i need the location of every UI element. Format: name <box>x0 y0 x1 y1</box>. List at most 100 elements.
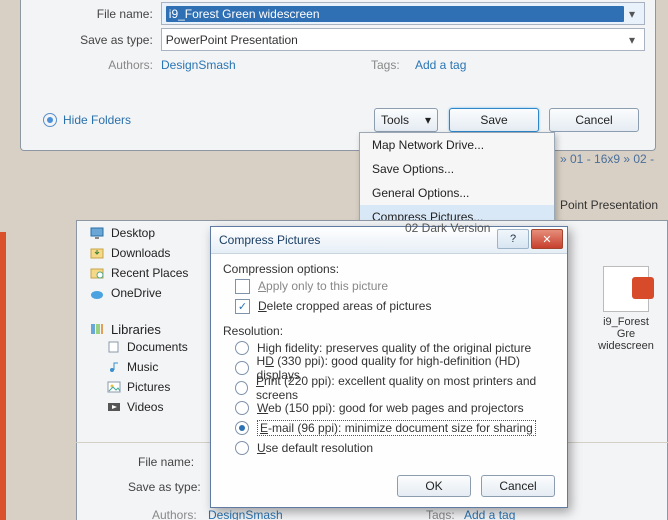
section-label: Resolution: <box>223 324 555 338</box>
sidebar-group-label: Libraries <box>111 322 161 337</box>
music-icon <box>107 360 121 374</box>
radio-icon <box>235 401 249 415</box>
radio-default[interactable]: Use default resolution <box>235 438 555 458</box>
chk-accelerator: D <box>258 299 267 313</box>
radio-label: Use default resolution <box>257 441 373 455</box>
chevron-down-icon[interactable]: ▾ <box>624 3 640 24</box>
section-label: Compression options: <box>223 262 555 276</box>
desktop-icon <box>89 225 105 241</box>
chk-label: pply only to this picture <box>266 279 388 293</box>
sidebar-item-label: Downloads <box>111 246 170 260</box>
menu-item-save-options[interactable]: Save Options... <box>360 157 554 181</box>
save-type-label: Save as type: <box>128 480 201 494</box>
authors-value[interactable]: DesignSmash <box>208 508 283 520</box>
download-icon <box>89 245 105 261</box>
save-type-field[interactable]: PowerPoint Presentation ▾ <box>161 28 645 51</box>
cancel-button[interactable]: Cancel <box>549 108 639 132</box>
sidebar-item-label: Music <box>127 360 158 374</box>
save-as-panel: File name: i9_Forest Green widescreen ▾ … <box>20 0 656 151</box>
tags-row: Tags: Add a tag <box>371 58 466 72</box>
save-label: Save <box>480 113 507 127</box>
file-thumbnail[interactable]: i9_Forest Gre widescreen <box>598 266 654 352</box>
checkbox-delete-cropped[interactable]: ✓ Delete cropped areas of pictures <box>235 296 555 316</box>
radio-label: Print (220 ppi): excellent quality on mo… <box>256 374 555 402</box>
radio-icon <box>235 381 248 395</box>
dialog-title: Compress Pictures <box>219 233 320 247</box>
help-button[interactable]: ? <box>497 229 529 249</box>
cancel-button[interactable]: Cancel <box>481 475 555 497</box>
radio-label: Web (150 ppi): good for web pages and pr… <box>257 401 524 415</box>
cancel-label: Cancel <box>575 113 612 127</box>
authors-row: Authors: DesignSmash <box>21 58 236 72</box>
chk-accelerator: A <box>258 279 266 293</box>
tags-label: Tags: <box>371 58 407 72</box>
chevron-down-icon[interactable]: ▾ <box>624 29 640 50</box>
dialog-body: Compression options: Apply only to this … <box>211 254 567 458</box>
powerpoint-icon <box>603 266 649 312</box>
pictures-icon <box>107 380 121 394</box>
menu-item-general-options[interactable]: General Options... <box>360 181 554 205</box>
tags-label: Tags: <box>426 508 455 520</box>
thumb-label-1: i9_Forest Gre <box>598 316 654 340</box>
dialog-buttons: OK Cancel <box>387 475 555 497</box>
file-name-label: File name: <box>138 455 194 469</box>
save-type-label: Save as type: <box>21 33 153 47</box>
tools-label: Tools <box>381 113 409 127</box>
compress-pictures-dialog: Compress Pictures ? ✕ Compression option… <box>210 226 568 508</box>
dialog-title-bar[interactable]: Compress Pictures ? ✕ <box>211 227 567 254</box>
ok-button[interactable]: OK <box>397 475 471 497</box>
sidebar-item-music[interactable]: Music <box>107 357 219 377</box>
menu-item-map-network[interactable]: Map Network Drive... <box>360 133 554 157</box>
recent-icon <box>89 265 105 281</box>
cloud-icon <box>89 285 105 301</box>
sidebar-item-videos[interactable]: Videos <box>107 397 219 417</box>
tools-menu: Map Network Drive... Save Options... Gen… <box>359 132 555 230</box>
sidebar-item-label: Recent Places <box>111 266 188 280</box>
radio-icon <box>235 421 249 435</box>
radio-icon <box>235 341 249 355</box>
sidebar-item-desktop[interactable]: Desktop <box>89 223 219 243</box>
file-name-field[interactable]: i9_Forest Green widescreen ▾ <box>161 2 645 25</box>
tools-button[interactable]: Tools ▾ <box>374 108 438 132</box>
radio-email[interactable]: E-mail (96 ppi): minimize document size … <box>235 418 555 438</box>
file-name-label: File name: <box>21 7 153 21</box>
radio-print[interactable]: Print (220 ppi): excellent quality on mo… <box>235 378 555 398</box>
checkbox-icon <box>235 279 250 294</box>
cancel-label: Cancel <box>499 479 536 493</box>
sidebar-item-recent[interactable]: Recent Places <box>89 263 219 283</box>
sidebar-item-onedrive[interactable]: OneDrive <box>89 283 219 303</box>
compression-options-section: Compression options: Apply only to this … <box>223 262 555 316</box>
sidebar-item-label: Pictures <box>127 380 170 394</box>
sidebar-group-libraries[interactable]: Libraries <box>89 321 219 337</box>
checkbox-apply-only[interactable]: Apply only to this picture <box>235 276 555 296</box>
authors-value[interactable]: DesignSmash <box>161 58 236 72</box>
file-name-value[interactable]: i9_Forest Green widescreen <box>166 6 624 22</box>
save-type-value: PowerPoint Presentation <box>166 33 624 47</box>
radio-icon <box>235 361 249 375</box>
sidebar-item-label: Documents <box>127 340 188 354</box>
nav-sidebar: Desktop Downloads Recent Places OneDrive… <box>77 221 219 520</box>
app-accent-edge <box>0 232 6 520</box>
hide-folders-label: Hide Folders <box>63 113 131 127</box>
chk-label: elete cropped areas of pictures <box>267 299 432 313</box>
radio-label: E-mail (96 ppi): minimize document size … <box>257 420 536 436</box>
save-button[interactable]: Save <box>449 108 539 132</box>
sidebar-item-label: OneDrive <box>111 286 162 300</box>
tags-value[interactable]: Add a tag <box>464 508 515 520</box>
checkbox-icon: ✓ <box>235 299 250 314</box>
resolution-section: Resolution: High fidelity: preserves qua… <box>223 324 555 458</box>
sidebar-item-documents[interactable]: Documents <box>107 337 219 357</box>
sidebar-item-pictures[interactable]: Pictures <box>107 377 219 397</box>
tags-value[interactable]: Add a tag <box>415 58 466 72</box>
libraries-icon <box>89 321 105 337</box>
radio-web[interactable]: Web (150 ppi): good for web pages and pr… <box>235 398 555 418</box>
documents-icon <box>107 340 121 354</box>
window-controls: ? ✕ <box>495 229 563 249</box>
chevron-down-icon: ▾ <box>425 113 431 127</box>
close-button[interactable]: ✕ <box>531 229 563 249</box>
hide-folders-toggle[interactable]: Hide Folders <box>43 113 131 127</box>
authors-label: Authors: <box>152 508 197 520</box>
sidebar-item-downloads[interactable]: Downloads <box>89 243 219 263</box>
sidebar-item-label: Videos <box>127 400 163 414</box>
sidebar-item-label: Desktop <box>111 226 155 240</box>
